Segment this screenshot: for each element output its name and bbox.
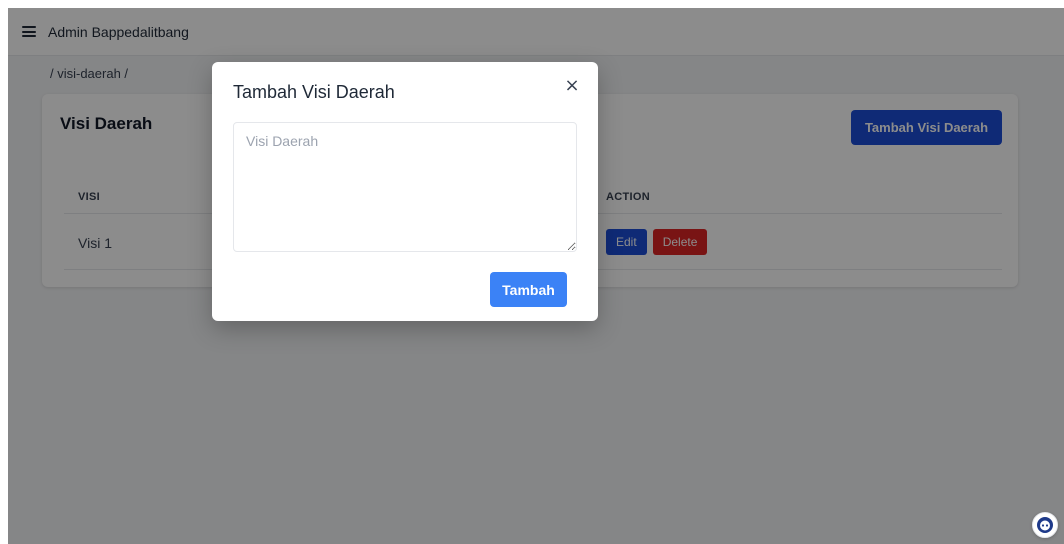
close-icon[interactable]: ×	[562, 76, 582, 96]
tambah-submit-button[interactable]: Tambah	[490, 272, 567, 307]
app-window: Admin Bappedalitbang / visi-daerah / Vis…	[8, 8, 1064, 544]
add-visi-modal: Tambah Visi Daerah × Tambah	[212, 62, 598, 321]
visi-daerah-textarea[interactable]	[233, 122, 577, 252]
assistant-widget-icon[interactable]	[1032, 512, 1058, 538]
modal-title: Tambah Visi Daerah	[233, 82, 395, 102]
